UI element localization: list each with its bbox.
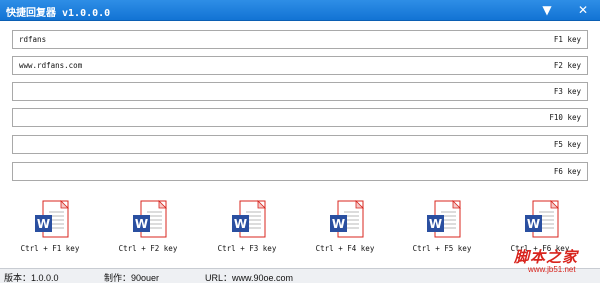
hotkey-row-5[interactable]: F5 key — [12, 135, 588, 154]
hotkey-label: F2 key — [553, 61, 581, 70]
word-document-icon[interactable]: W — [132, 200, 168, 240]
hotkey-row-1[interactable]: rdfans F1 key — [12, 30, 588, 49]
reply-text: www.rdfans.com — [19, 61, 83, 70]
window-title: 快捷回复器 v1.0.0.0 — [6, 8, 111, 19]
shortcut-ctrl-f1[interactable]: W Ctrl + F1 key — [10, 198, 90, 258]
author-text: 制作：90ouer — [104, 273, 160, 283]
hotkey-row-2[interactable]: www.rdfans.com F2 key — [12, 56, 588, 75]
hotkey-row-4[interactable]: F10 key — [12, 108, 588, 127]
hotkey-label: F6 key — [553, 167, 581, 176]
dropdown-arrow-icon[interactable]: ▼ — [538, 2, 556, 18]
watermark-logo-text: 脚本之家 — [514, 248, 579, 266]
word-document-icon[interactable]: W — [34, 200, 70, 240]
watermark-url: www.jb51.net — [528, 265, 576, 274]
shortcut-label: Ctrl + F4 key — [315, 244, 375, 253]
svg-text:W: W — [332, 217, 345, 231]
word-document-icon[interactable]: W — [524, 200, 560, 240]
shortcut-label: Ctrl + F5 key — [412, 244, 472, 253]
svg-text:W: W — [234, 217, 247, 231]
shortcut-label: Ctrl + F2 key — [118, 244, 178, 253]
shortcut-label: Ctrl + F1 key — [20, 244, 80, 253]
site-watermark: 脚本之家 www.jb51.net — [506, 246, 600, 280]
svg-text:W: W — [429, 217, 442, 231]
hotkey-label: F10 key — [549, 113, 581, 122]
close-icon[interactable]: ✕ — [574, 2, 592, 18]
title-bar: 快捷回复器 v1.0.0.0 ▼ ✕ — [0, 0, 600, 21]
hotkey-row-3[interactable]: F3 key — [12, 82, 588, 101]
reply-text: rdfans — [19, 35, 47, 44]
svg-text:W: W — [135, 217, 148, 231]
hotkey-row-6[interactable]: F6 key — [12, 162, 588, 181]
shortcut-ctrl-f2[interactable]: W Ctrl + F2 key — [108, 198, 188, 258]
hotkey-label: F5 key — [553, 140, 581, 149]
version-text: 版本：1.0.0.0 — [4, 273, 59, 283]
url-text: URL：www.90oe.com — [205, 273, 294, 283]
hotkey-label: F3 key — [553, 87, 581, 96]
word-document-icon[interactable]: W — [231, 200, 267, 240]
shortcut-ctrl-f4[interactable]: W Ctrl + F4 key — [305, 198, 385, 258]
shortcut-ctrl-f5[interactable]: W Ctrl + F5 key — [402, 198, 482, 258]
word-document-icon[interactable]: W — [426, 200, 462, 240]
shortcut-ctrl-f3[interactable]: W Ctrl + F3 key — [207, 198, 287, 258]
svg-text:W: W — [37, 217, 50, 231]
word-document-icon[interactable]: W — [329, 200, 365, 240]
hotkey-label: F1 key — [553, 35, 581, 44]
svg-text:W: W — [527, 217, 540, 231]
shortcut-label: Ctrl + F3 key — [217, 244, 277, 253]
